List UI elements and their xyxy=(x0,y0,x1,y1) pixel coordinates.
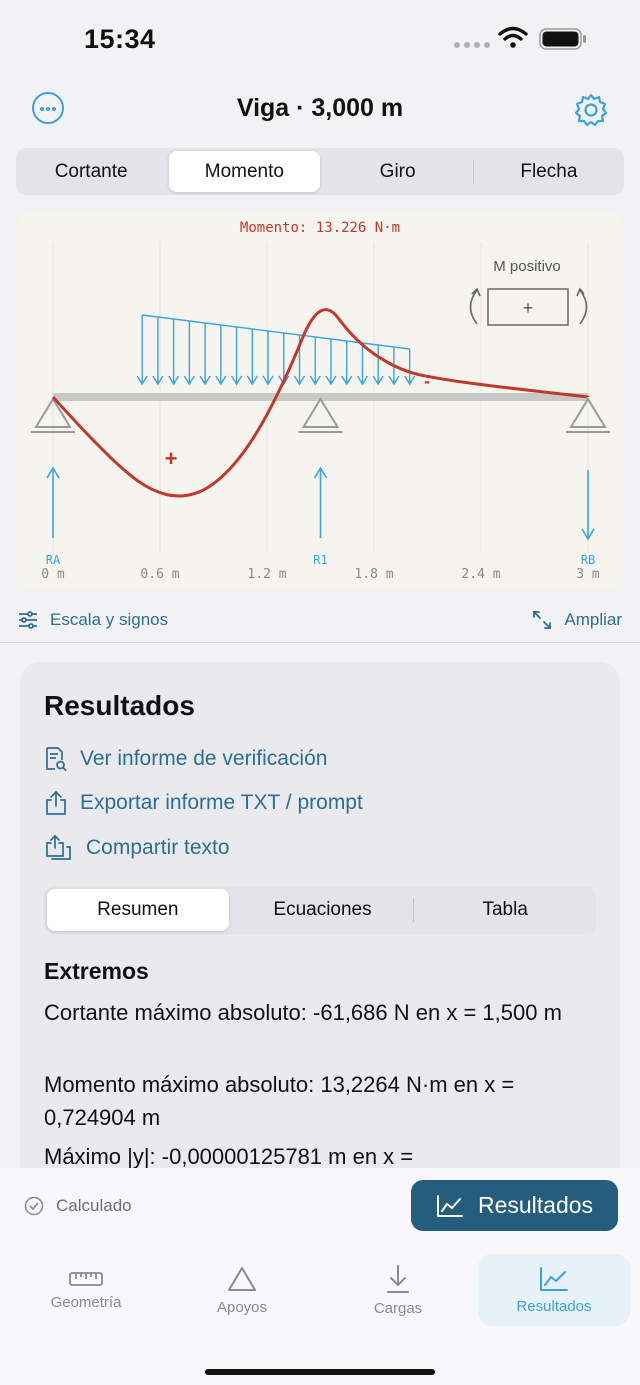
page-title: Viga · 3,000 m xyxy=(236,94,404,122)
tab-apoyos[interactable]: Apoyos xyxy=(166,1254,318,1326)
chart-line-icon xyxy=(436,1194,463,1217)
results-heading: Resultados xyxy=(44,690,195,721)
legend-left-rotation-arrow xyxy=(469,289,478,325)
support-triangle xyxy=(301,397,340,428)
chart-toolbar: Escala y signos Ampliar xyxy=(0,606,640,636)
chart-line-icon xyxy=(540,1266,568,1291)
tab-resumen[interactable]: Resumen xyxy=(47,889,229,931)
negative-sign: - xyxy=(424,371,430,391)
moment-diagram-chart[interactable]: Momento: 13.226 N·m M positivo + RA R1 RB + - 0 … xyxy=(16,212,624,590)
x-tick-label: 1.2 m xyxy=(247,567,286,582)
extremes-heading: Extremos xyxy=(44,958,149,984)
results-button-label: Resultados xyxy=(477,1192,594,1218)
scale-signs-label: Escala y signos xyxy=(50,610,169,629)
max-moment-text: Momento máximo absoluto: 13,2264 N·m en … xyxy=(44,1072,515,1130)
checkmark-circle-icon xyxy=(24,1196,44,1216)
status-bar: 15:34 xyxy=(0,0,640,80)
results-card: Resultados Ver informe de verificación E… xyxy=(20,662,620,1222)
tab-giro[interactable]: Giro xyxy=(323,148,473,195)
tab-apoyos-label: Apoyos xyxy=(216,1298,268,1316)
home-indicator xyxy=(205,1369,435,1375)
expand-label: Ampliar xyxy=(564,610,622,629)
scale-signs-button[interactable]: Escala y signos xyxy=(18,610,168,630)
export-report-label: Exportar informe TXT / prompt xyxy=(80,791,363,814)
calculation-status: Calculado xyxy=(24,1196,132,1216)
ruler-icon xyxy=(69,1271,103,1286)
x-tick-label: 3 m xyxy=(576,567,600,582)
calculation-status-label: Calculado xyxy=(56,1196,132,1215)
tab-tabla[interactable]: Tabla xyxy=(414,886,596,934)
tab-bar: Geometría Apoyos Cargas Resultados xyxy=(0,1254,640,1330)
wifi-icon xyxy=(498,26,528,48)
navigation-bar: Viga · 3,000 m xyxy=(0,84,640,134)
section-divider xyxy=(0,642,640,643)
positive-sign: + xyxy=(165,446,178,471)
legend-label: M positivo xyxy=(493,258,561,275)
bottom-bar: Calculado Resultados Geometría Apoyos Ca… xyxy=(0,1168,640,1385)
x-tick-label: 0.6 m xyxy=(140,567,179,582)
x-tick-label: 1.8 m xyxy=(354,567,393,582)
share-text-label: Compartir texto xyxy=(86,836,230,859)
share-text-link[interactable]: Compartir texto xyxy=(44,834,230,862)
verification-report-label: Ver informe de verificación xyxy=(80,747,328,770)
tab-ecuaciones[interactable]: Ecuaciones xyxy=(232,886,414,934)
share-copy-icon xyxy=(46,834,71,860)
tab-resultados[interactable]: Resultados xyxy=(478,1254,630,1326)
x-tick-label: 0 m xyxy=(41,567,65,582)
diagram-type-segmented-control: Cortante Momento Giro Flecha xyxy=(16,148,624,195)
tab-flecha[interactable]: Flecha xyxy=(474,148,624,195)
x-tick-label: 2.4 m xyxy=(461,567,500,582)
expand-arrows-icon xyxy=(533,611,552,629)
results-button[interactable]: Resultados xyxy=(411,1180,618,1231)
battery-icon xyxy=(539,28,586,50)
tab-resultados-label: Resultados xyxy=(516,1297,592,1315)
results-segmented-control: Resumen Ecuaciones Tabla xyxy=(44,886,596,934)
moment-diagram-svg: Momento: 13.226 N·m M positivo + RA R1 RB + - 0 … xyxy=(31,220,610,582)
tab-cortante[interactable]: Cortante xyxy=(16,148,166,195)
triangle-support-icon xyxy=(228,1266,256,1291)
cellular-signal-icon xyxy=(454,42,490,48)
share-export-icon xyxy=(46,790,66,815)
export-report-link[interactable]: Exportar informe TXT / prompt xyxy=(44,790,363,816)
legend-right-rotation-arrow xyxy=(579,289,588,325)
support-label: R1 xyxy=(313,553,327,567)
tab-geometria[interactable]: Geometría xyxy=(10,1254,162,1326)
sliders-icon xyxy=(19,611,37,629)
support-label: RB xyxy=(581,553,595,567)
document-search-icon xyxy=(46,747,67,772)
tab-cargas[interactable]: Cargas xyxy=(322,1254,474,1326)
tab-geometria-label: Geometría xyxy=(50,1293,122,1311)
tab-cargas-label: Cargas xyxy=(373,1299,423,1317)
settings-gear-icon[interactable] xyxy=(573,92,609,128)
chart-title: Momento: 13.226 N·m xyxy=(240,220,400,236)
support-label: RA xyxy=(46,553,61,567)
tab-momento[interactable]: Momento xyxy=(169,151,320,192)
expand-button[interactable]: Ampliar xyxy=(532,610,622,630)
legend-box-sign: + xyxy=(523,298,534,318)
max-shear-text: Cortante máximo absoluto: -61,686 N en x… xyxy=(44,1000,562,1025)
distributed-load-top-line xyxy=(142,314,410,350)
verification-report-link[interactable]: Ver informe de verificación xyxy=(44,746,327,772)
download-arrow-icon xyxy=(387,1264,409,1293)
status-time: 15:34 xyxy=(84,24,156,54)
